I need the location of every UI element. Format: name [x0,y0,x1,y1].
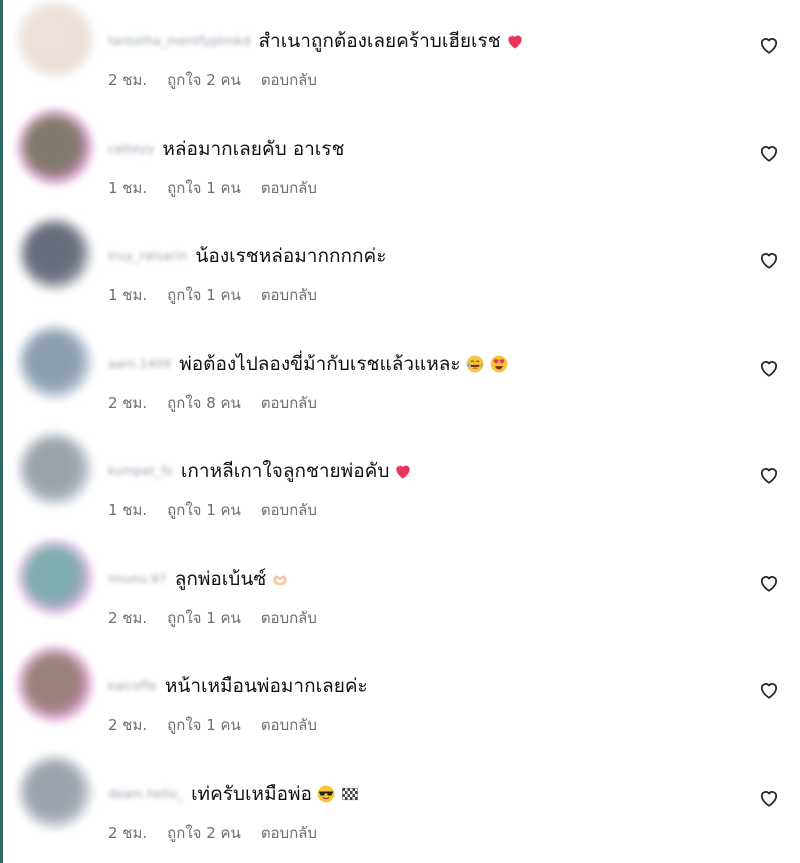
comment-row: nnunu.97 ลูกพ่อเบ้นซ์ 2 ชม. ถูกใจ 1 คน ต… [0,538,800,646]
comment-row: catteyy หล่อมากเลยคับ อาเรช 1 ชม. ถูกใจ … [0,108,800,216]
comment-time[interactable]: 2 ชม. [108,391,147,415]
comment-username[interactable]: nnunu.97 [108,572,167,586]
comment-line: kaicoffe หน้าเหมือนพ่อมากเลยค่ะ [108,671,710,701]
red-heart-icon [505,31,525,51]
comment-line: tantotha_mentfyptmkd สำเนาถูกต้องเลยคร้า… [108,26,710,56]
comment-username[interactable]: aarn.1409 [108,357,171,371]
comment-likes[interactable]: ถูกใจ 1 คน [167,176,241,200]
avatar[interactable] [22,113,88,180]
comment-meta: 2 ชม. ถูกใจ 2 คน ตอบกลับ [108,821,317,845]
emoji-group [501,31,525,52]
comment-time[interactable]: 1 ชม. [108,176,147,200]
comment-text: เกาหลีเกาใจลูกชายพ่อคับ [180,460,390,482]
like-heart-icon[interactable] [758,249,782,273]
avatar[interactable] [22,543,88,610]
comment-meta: 2 ชม. ถูกใจ 1 คน ตอบกลับ [108,606,317,630]
comment-row: truy_ratsarin น้องเรชหล่อมากกกกค่ะ 1 ชม.… [0,215,800,323]
comment-text: พ่อต้องไปลองขี่ม้ากับเรชแล้วแหละ [179,352,461,375]
reply-button[interactable]: ตอบกลับ [261,391,317,415]
comment-meta: 1 ชม. ถูกใจ 1 คน ตอบกลับ [108,176,317,200]
comment-meta: 2 ชม. ถูกใจ 1 คน ตอบกลับ [108,713,317,737]
comment-username[interactable]: tantotha_mentfyptmkd [108,34,250,48]
comment-meta: 2 ชม. ถูกใจ 2 คน ตอบกลับ [108,68,317,92]
like-heart-icon[interactable] [758,464,782,488]
red-heart-icon [393,461,413,481]
comment-likes[interactable]: ถูกใจ 1 คน [167,713,241,737]
comment-list: tantotha_mentfyptmkd สำเนาถูกต้องเลยคร้า… [0,0,800,860]
avatar[interactable] [22,436,88,502]
comment-likes[interactable]: ถูกใจ 8 คน [167,391,241,415]
comment-text: หน้าเหมือนพ่อมากเลยค่ะ [164,675,368,697]
comment-line: nnunu.97 ลูกพ่อเบ้นซ์ [108,564,710,594]
comment-likes[interactable]: ถูกใจ 1 คน [167,283,241,307]
avatar[interactable] [22,328,88,395]
avatar[interactable] [22,651,88,717]
comment-meta: 2 ชม. ถูกใจ 8 คน ตอบกลับ [108,391,317,415]
comment-row: tantotha_mentfyptmkd สำเนาถูกต้องเลยคร้า… [0,0,800,108]
comment-line: deam.hello_ เท่ครับเหมือพ่อ [108,779,710,809]
avatar[interactable] [22,758,88,825]
comment-text: ลูกพ่อเบ้นซ์ [174,567,267,590]
comment-line: catteyy หล่อมากเลยคับ อาเรช [108,134,710,164]
comment-line: aarn.1409 พ่อต้องไปลองขี่ม้ากับเรชแล้วแห… [108,349,710,379]
comment-meta: 1 ชม. ถูกใจ 1 คน ตอบกลับ [108,283,317,307]
avatar[interactable] [22,6,88,72]
comment-likes[interactable]: ถูกใจ 2 คน [167,821,241,845]
comment-likes[interactable]: ถูกใจ 1 คน [167,498,241,522]
comment-line: kumpat_fo เกาหลีเกาใจลูกชายพ่อคับ [108,456,710,486]
comment-time[interactable]: 2 ชม. [108,821,147,845]
like-heart-icon[interactable] [758,572,782,596]
comment-time[interactable]: 1 ชม. [108,283,147,307]
comment-row: kumpat_fo เกาหลีเกาใจลูกชายพ่อคับ 1 ชม. … [0,430,800,538]
reply-button[interactable]: ตอบกลับ [261,821,317,845]
like-heart-icon[interactable] [758,34,782,58]
emoji-group [266,568,290,589]
comment-row: kaicoffe หน้าเหมือนพ่อมากเลยค่ะ 2 ชม. ถู… [0,645,800,753]
comment-time[interactable]: 2 ชม. [108,713,147,737]
reply-button[interactable]: ตอบกลับ [261,176,317,200]
like-heart-icon[interactable] [758,787,782,811]
comment-text: เท่ครับเหมือพ่อ [191,782,312,805]
comment-username[interactable]: kumpat_fo [108,464,173,478]
comment-row: aarn.1409 พ่อต้องไปลองขี่ม้ากับเรชแล้วแห… [0,323,800,431]
comment-username[interactable]: truy_ratsarin [108,249,187,263]
heart-eyes-icon [489,354,509,374]
reply-button[interactable]: ตอบกลับ [261,68,317,92]
comment-username[interactable]: kaicoffe [108,679,157,693]
like-heart-icon[interactable] [758,357,782,381]
comment-row: deam.hello_ เท่ครับเหมือพ่อ 2 ชม. ถูกใจ … [0,753,800,861]
reply-button[interactable]: ตอบกลับ [261,713,317,737]
comment-meta: 1 ชม. ถูกใจ 1 คน ตอบกลับ [108,498,317,522]
comment-line: truy_ratsarin น้องเรชหล่อมากกกกค่ะ [108,241,710,271]
reply-button[interactable]: ตอบกลับ [261,606,317,630]
comment-time[interactable]: 2 ชม. [108,606,147,630]
like-heart-icon[interactable] [758,679,782,703]
comment-text: หล่อมากเลยคับ อาเรช [162,137,345,160]
like-heart-icon[interactable] [758,142,782,166]
avatar[interactable] [22,221,88,287]
comment-username[interactable]: catteyy [108,142,154,156]
sunglasses-face-icon [316,784,336,804]
reply-button[interactable]: ตอบกลับ [261,283,317,307]
comment-username[interactable]: deam.hello_ [108,787,183,801]
reply-button[interactable]: ตอบกลับ [261,498,317,522]
heart-hands-icon [270,569,290,589]
comment-time[interactable]: 2 ชม. [108,68,147,92]
comment-likes[interactable]: ถูกใจ 1 คน [167,606,241,630]
comment-text: สำเนาถูกต้องเลยคร้าบเฮียเรช [258,30,501,52]
comment-time[interactable]: 1 ชม. [108,498,147,522]
checkered-flag-icon [340,784,360,804]
emoji-group [389,461,413,482]
emoji-group [312,783,360,804]
emoji-group [461,353,509,374]
tears-of-joy-icon [465,354,485,374]
comment-text: น้องเรชหล่อมากกกกค่ะ [195,245,387,267]
comment-likes[interactable]: ถูกใจ 2 คน [167,68,241,92]
